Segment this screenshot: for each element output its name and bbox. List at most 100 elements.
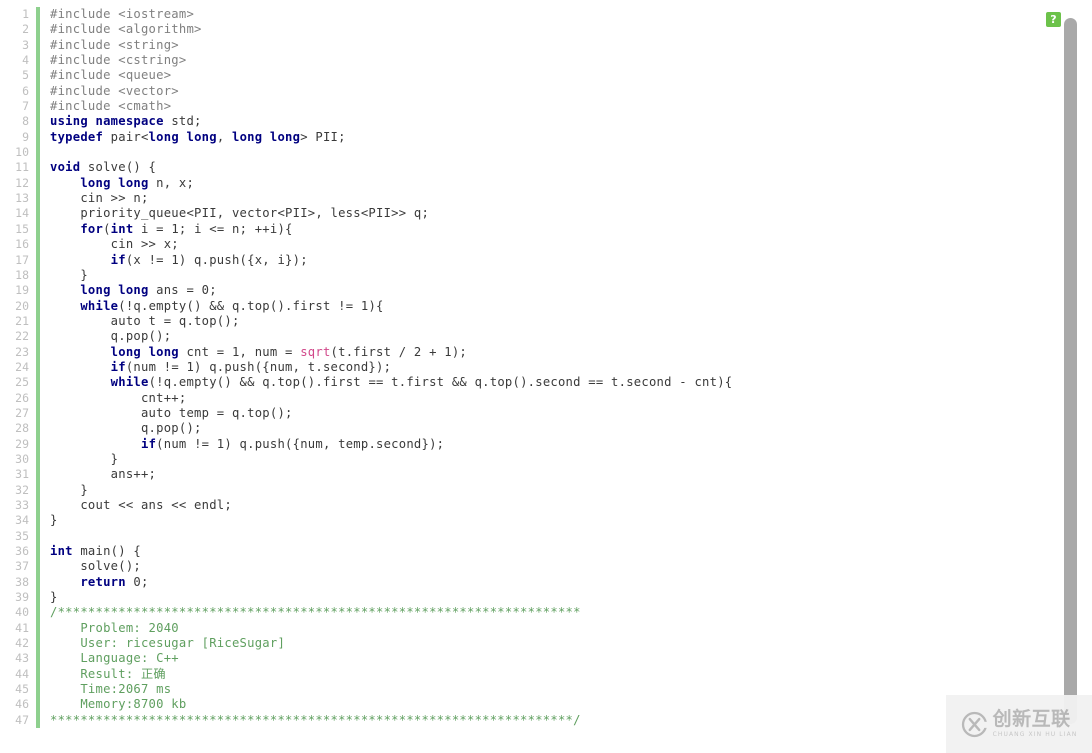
code-line[interactable]: 32 } (0, 482, 1056, 498)
code-line[interactable]: 42 User: ricesugar [RiceSugar] (0, 636, 1056, 652)
code-line[interactable]: 10 (0, 145, 1056, 161)
code-line-content[interactable]: return 0; (38, 575, 1056, 590)
code-line-content[interactable]: if(num != 1) q.push({num, temp.second}); (38, 437, 1056, 452)
code-line[interactable]: 41 Problem: 2040 (0, 620, 1056, 637)
code-line[interactable]: 40 /*************************************… (0, 605, 1056, 621)
code-line-content[interactable]: for(int i = 1; i <= n; ++i){ (38, 222, 1056, 237)
code-line[interactable]: 11 void solve() { (0, 160, 1056, 176)
code-line[interactable]: 13 cin >> n; (0, 191, 1056, 207)
code-line-content[interactable]: #include <algorithm> (38, 22, 1056, 37)
code-line[interactable]: 26 cnt++; (0, 390, 1056, 406)
code-line[interactable]: 25 while(!q.empty() && q.top().first == … (0, 375, 1056, 391)
code-line[interactable]: 39} (0, 590, 1056, 606)
code-line[interactable]: 47 **************************************… (0, 712, 1056, 729)
code-line-content[interactable]: Memory:8700 kb (38, 697, 1056, 712)
code-editor-pane[interactable]: 1 #include <iostream> 2 #include <algorithm… (0, 0, 1056, 753)
code-line[interactable]: 2 #include <algorithm> (0, 22, 1056, 38)
code-status-badge[interactable]: ? (1046, 12, 1061, 27)
code-line-content[interactable]: } (38, 590, 1056, 605)
code-line-content[interactable]: if(x != 1) q.push({x, i}); (38, 253, 1056, 268)
code-line[interactable]: 44 Result: 正确 (0, 666, 1056, 683)
code-line-content[interactable]: } (38, 483, 1056, 498)
code-line-content[interactable]: Problem: 2040 (38, 621, 1056, 636)
code-line[interactable]: 37 solve(); (0, 559, 1056, 575)
code-line[interactable]: 5 #include <queue> (0, 68, 1056, 84)
code-line-content[interactable]: Time:2067 ms (38, 682, 1056, 697)
code-line-content[interactable]: while(!q.empty() && q.top().first == t.f… (38, 375, 1056, 390)
code-line[interactable]: 38 return 0; (0, 574, 1056, 591)
code-line[interactable]: 15 for(int i = 1; i <= n; ++i){ (0, 221, 1056, 238)
code-line-content[interactable]: Language: C++ (38, 651, 1056, 666)
code-line-content[interactable]: priority_queue<PII, vector<PII>, less<PI… (38, 206, 1056, 221)
code-line-content[interactable]: q.pop(); (38, 421, 1056, 436)
code-line-content[interactable]: auto t = q.top(); (38, 314, 1056, 329)
code-token-pl: (!q.empty() && q.top().first == t.first … (148, 375, 733, 390)
code-line[interactable]: 24 if(num != 1) q.push({num, t.second}); (0, 359, 1056, 376)
code-line-content[interactable]: cout << ans << endl; (38, 498, 1056, 513)
code-line-content[interactable]: cin >> n; (38, 191, 1056, 206)
code-line[interactable]: 31 ans++; (0, 467, 1056, 483)
code-line-content[interactable]: /***************************************… (38, 605, 1056, 620)
vertical-scrollbar-thumb[interactable] (1064, 18, 1077, 724)
code-line[interactable]: 17 if(x != 1) q.push({x, i}); (0, 252, 1056, 268)
code-line-content[interactable]: using namespace std; (38, 114, 1056, 129)
code-line-content[interactable]: void solve() { (38, 160, 1056, 175)
code-line-content[interactable]: #include <cmath> (38, 99, 1056, 114)
code-line-content[interactable]: q.pop(); (38, 329, 1056, 344)
code-line[interactable]: 18 } (0, 267, 1056, 284)
code-line-content[interactable] (38, 529, 1056, 544)
code-line-content[interactable]: cin >> x; (38, 237, 1056, 252)
code-line-content[interactable]: #include <vector> (38, 84, 1056, 99)
code-line-content[interactable]: #include <cstring> (38, 53, 1056, 68)
code-line[interactable]: 21 auto t = q.top(); (0, 313, 1056, 330)
code-line-content[interactable] (38, 145, 1056, 160)
code-line[interactable]: 1 #include <iostream> (0, 7, 1056, 23)
code-line[interactable]: 16 cin >> x; (0, 237, 1056, 253)
code-line-content[interactable]: Result: 正确 (38, 667, 1056, 682)
code-line[interactable]: 45 Time:2067 ms (0, 682, 1056, 698)
code-line[interactable]: 30 } (0, 451, 1056, 468)
code-line-content[interactable]: User: ricesugar [RiceSugar] (38, 636, 1056, 651)
code-line-content[interactable]: #include <queue> (38, 68, 1056, 83)
code-line[interactable]: 23 long long cnt = 1, num = sqrt(t.first… (0, 344, 1056, 360)
code-line-content[interactable]: #include <string> (38, 38, 1056, 53)
code-line[interactable]: 36 int main() { (0, 544, 1056, 560)
code-line[interactable]: 7 #include <cmath> (0, 99, 1056, 115)
code-line[interactable]: 20 while(!q.empty() && q.top().first != … (0, 298, 1056, 314)
code-line-content[interactable]: } (38, 452, 1056, 467)
code-line[interactable]: 19 long long ans = 0; (0, 283, 1056, 299)
code-line[interactable]: 4 #include <cstring> (0, 53, 1056, 69)
vertical-scrollbar-track[interactable] (1056, 0, 1092, 753)
code-line[interactable]: 33 cout << ans << endl; (0, 498, 1056, 514)
code-line-content[interactable]: cnt++; (38, 391, 1056, 406)
code-line[interactable]: 9 typedef pair<long long, long long> PII; (0, 129, 1056, 146)
code-line-content[interactable]: if(num != 1) q.push({num, t.second}); (38, 360, 1056, 375)
code-line[interactable]: 3 #include <string> (0, 37, 1056, 54)
code-line[interactable]: 43 Language: C++ (0, 651, 1056, 667)
code-line-content[interactable]: while(!q.empty() && q.top().first != 1){ (38, 299, 1056, 314)
code-line-content[interactable]: long long cnt = 1, num = sqrt(t.first / … (38, 345, 1056, 360)
code-line-content[interactable]: typedef pair<long long, long long> PII; (38, 130, 1056, 145)
code-line-content[interactable]: auto temp = q.top(); (38, 406, 1056, 421)
code-line-content[interactable]: } (38, 513, 1056, 528)
code-line-content[interactable]: solve(); (38, 559, 1056, 574)
code-line[interactable]: 35 (0, 528, 1056, 545)
code-line[interactable]: 22 q.pop(); (0, 329, 1056, 345)
code-line[interactable]: 12 long long n, x; (0, 175, 1056, 192)
code-line-content[interactable]: ****************************************… (38, 713, 1056, 728)
code-line[interactable]: 14 priority_queue<PII, vector<PII>, less… (0, 206, 1056, 222)
code-line-content[interactable]: ans++; (38, 467, 1056, 482)
code-token-pl: } (50, 513, 58, 528)
code-line[interactable]: 28 q.pop(); (0, 421, 1056, 437)
code-line[interactable]: 6 #include <vector> (0, 83, 1056, 100)
code-line-content[interactable]: long long ans = 0; (38, 283, 1056, 298)
code-line-content[interactable]: int main() { (38, 544, 1056, 559)
code-line[interactable]: 8 using namespace std; (0, 114, 1056, 130)
code-line[interactable]: 34} (0, 513, 1056, 529)
code-line[interactable]: 46 Memory:8700 kb (0, 697, 1056, 713)
code-line-content[interactable]: long long n, x; (38, 176, 1056, 191)
code-line[interactable]: 29 if(num != 1) q.push({num, temp.second… (0, 436, 1056, 452)
code-line[interactable]: 27 auto temp = q.top(); (0, 405, 1056, 422)
code-line-content[interactable]: #include <iostream> (38, 7, 1056, 22)
code-line-content[interactable]: } (38, 268, 1056, 283)
